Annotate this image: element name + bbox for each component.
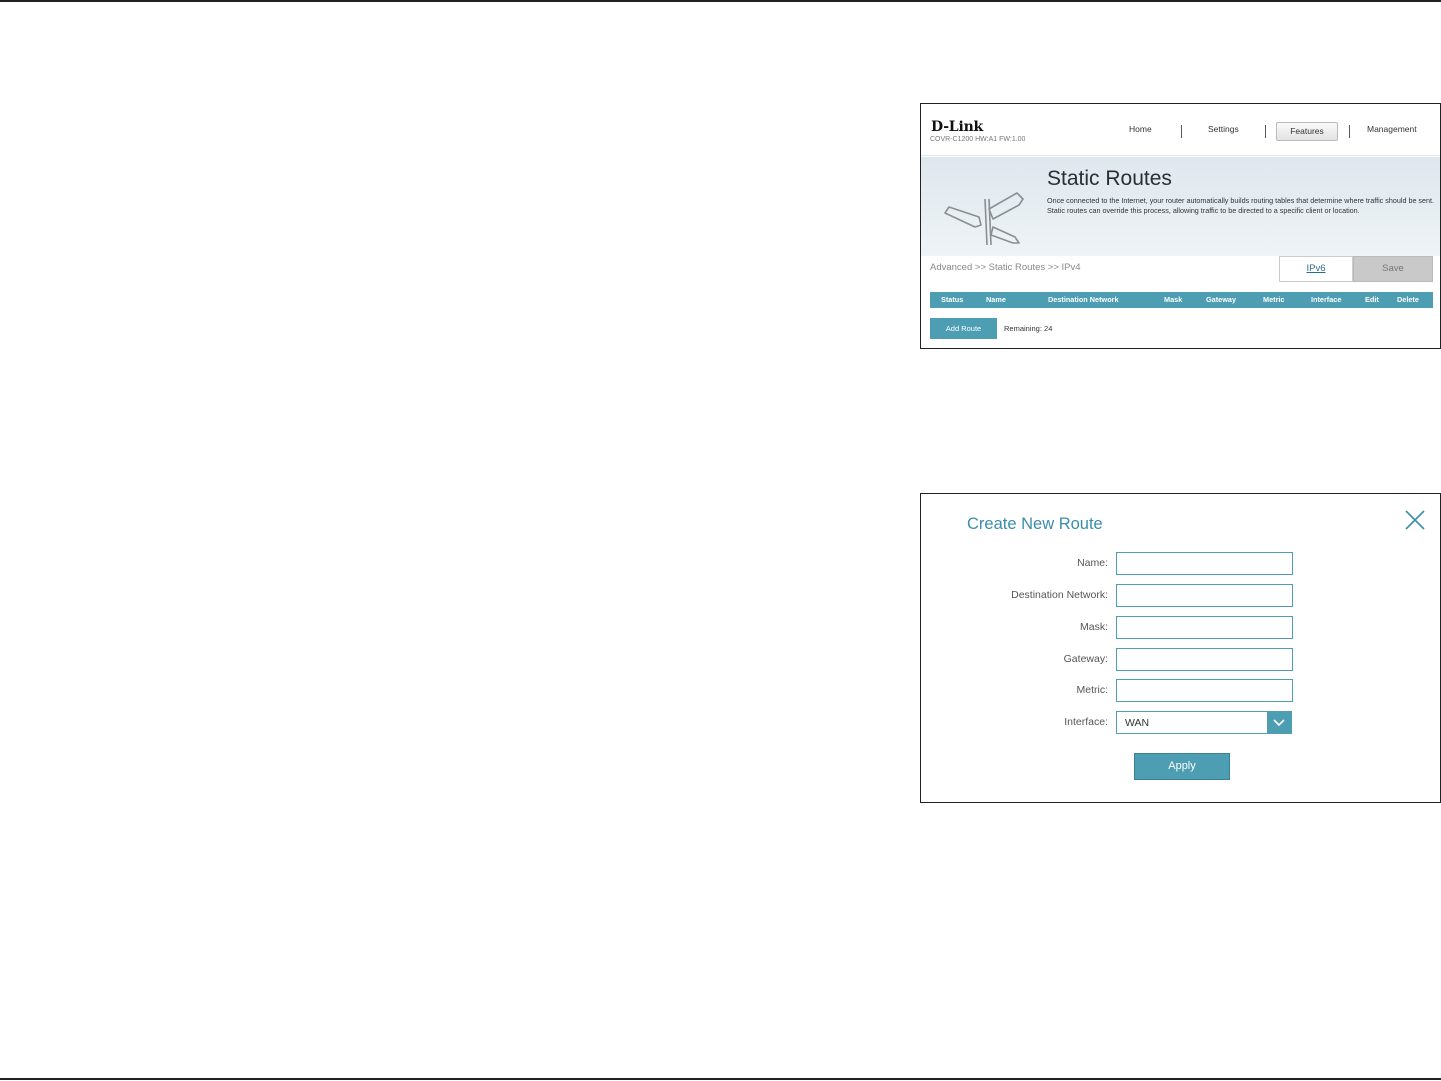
interface-selected-value: WAN bbox=[1125, 717, 1150, 729]
static-routes-panel: D-Link COVR-C1200 HW:A1 FW:1.00 Home Set… bbox=[920, 103, 1441, 349]
page-description: Once connected to the Internet, your rou… bbox=[1047, 196, 1435, 215]
nav-home[interactable]: Home bbox=[1129, 124, 1152, 134]
nav-features[interactable]: Features bbox=[1276, 122, 1338, 141]
page-title: Static Routes bbox=[1047, 167, 1172, 190]
breadcrumb: Advanced >> Static Routes >> IPv4 bbox=[930, 262, 1081, 273]
nav-divider bbox=[1181, 125, 1182, 138]
save-button[interactable]: Save bbox=[1353, 256, 1433, 282]
mask-label: Mask: bbox=[1079, 621, 1108, 633]
gateway-label: Gateway: bbox=[1063, 653, 1108, 665]
name-input[interactable] bbox=[1116, 552, 1293, 575]
routes-table-header: Status Name Destination Network Mask Gat… bbox=[930, 292, 1433, 308]
page-bottom-rule bbox=[0, 1078, 1441, 1080]
column-header-gateway: Gateway bbox=[1206, 295, 1237, 304]
metric-input[interactable] bbox=[1116, 679, 1293, 702]
metric-label: Metric: bbox=[1076, 684, 1109, 696]
interface-dropdown-toggle[interactable] bbox=[1267, 712, 1291, 733]
nav-divider bbox=[1265, 125, 1266, 138]
column-header-delete: Delete bbox=[1397, 295, 1419, 304]
remaining-count: Remaining: 24 bbox=[1004, 324, 1053, 333]
column-header-name: Name bbox=[986, 295, 1006, 304]
chevron-down-icon bbox=[1273, 719, 1285, 727]
page-top-rule bbox=[0, 0, 1441, 2]
ipv6-link[interactable]: IPv6 bbox=[1279, 256, 1353, 282]
nav-settings[interactable]: Settings bbox=[1208, 124, 1239, 134]
top-bar: D-Link COVR-C1200 HW:A1 FW:1.00 Home Set… bbox=[921, 104, 1440, 156]
mask-input[interactable] bbox=[1116, 616, 1293, 639]
destination-network-label: Destination Network: bbox=[1011, 589, 1108, 601]
column-header-metric: Metric bbox=[1263, 295, 1285, 304]
destination-network-input[interactable] bbox=[1116, 584, 1293, 607]
signpost-icon bbox=[944, 192, 1024, 246]
column-header-status: Status bbox=[941, 295, 964, 304]
column-header-destination-network: Destination Network bbox=[1048, 295, 1119, 304]
gateway-input[interactable] bbox=[1116, 648, 1293, 671]
column-header-edit: Edit bbox=[1365, 295, 1379, 304]
apply-button[interactable]: Apply bbox=[1134, 753, 1230, 780]
dlink-logo: D-Link bbox=[931, 119, 984, 135]
interface-select[interactable]: WAN bbox=[1116, 711, 1292, 734]
name-label: Name: bbox=[1077, 557, 1108, 569]
hero-banner: Static Routes Once connected to the Inte… bbox=[921, 157, 1440, 256]
dialog-title: Create New Route bbox=[967, 515, 1103, 533]
firmware-info: COVR-C1200 HW:A1 FW:1.00 bbox=[930, 136, 1026, 143]
create-route-dialog: Create New Route Name: Destination Netwo… bbox=[920, 493, 1441, 803]
nav-management[interactable]: Management bbox=[1367, 124, 1417, 134]
add-route-button[interactable]: Add Route bbox=[930, 318, 997, 339]
column-header-mask: Mask bbox=[1164, 295, 1183, 304]
nav-divider bbox=[1349, 125, 1350, 138]
interface-label: Interface: bbox=[1064, 716, 1108, 728]
column-header-interface: Interface bbox=[1311, 295, 1342, 304]
close-icon[interactable] bbox=[1403, 508, 1427, 532]
